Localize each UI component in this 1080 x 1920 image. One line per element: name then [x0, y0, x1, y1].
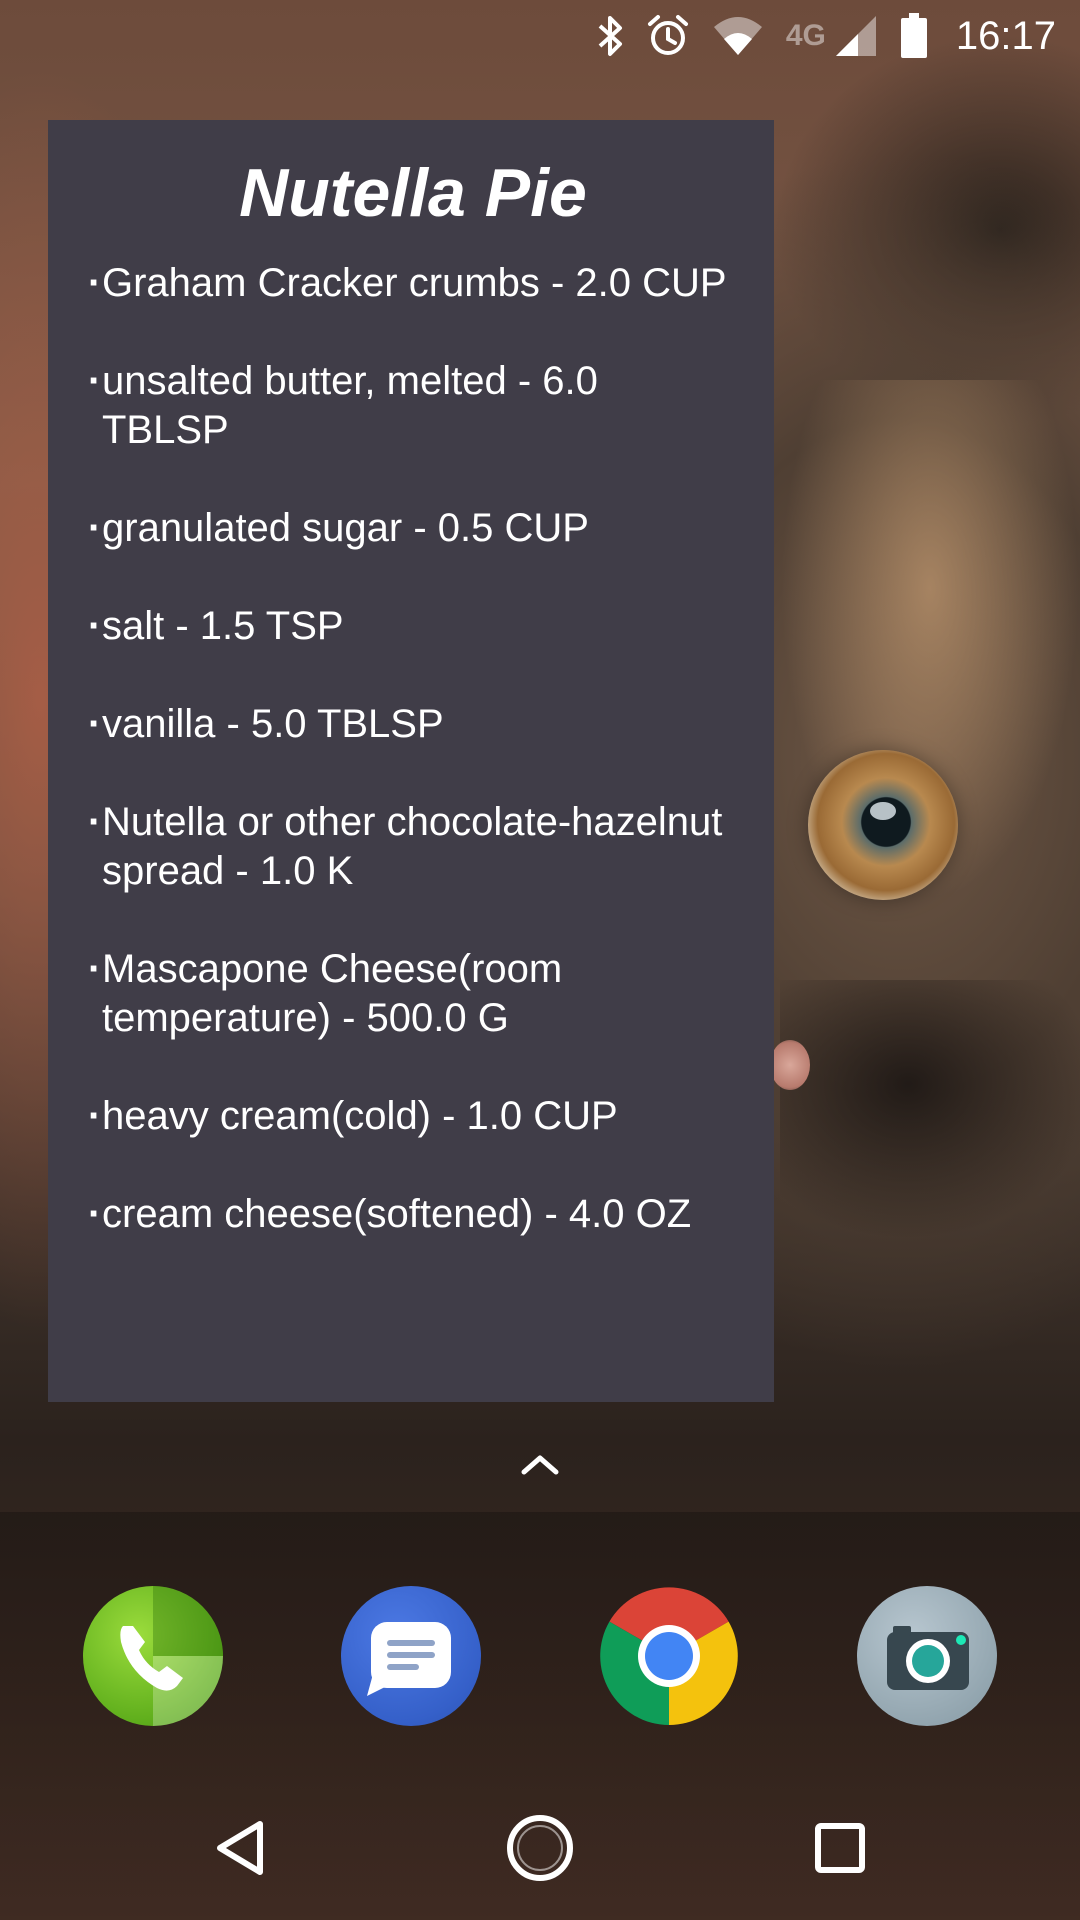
wallpaper-fur-dark [780, 980, 1080, 1240]
ingredient-item: granulated sugar - 0.5 CUP [88, 504, 734, 553]
ingredient-item: Graham Cracker crumbs - 2.0 CUP [88, 259, 734, 308]
back-button[interactable] [206, 1812, 278, 1884]
status-clock: 16:17 [955, 13, 1056, 58]
ingredient-item: Nutella or other chocolate-hazelnut spre… [88, 798, 734, 896]
status-bar: 4G 16:17 [0, 0, 1080, 72]
back-icon [217, 1821, 263, 1875]
wallpaper-cat-eye [808, 750, 958, 900]
phone-app-button[interactable] [83, 1586, 223, 1726]
ingredient-item: salt - 1.5 TSP [88, 602, 734, 651]
chrome-app-button[interactable] [599, 1586, 739, 1726]
bluetooth-icon [596, 14, 624, 58]
messages-icon [367, 1622, 451, 1696]
ingredient-item: unsalted butter, melted - 6.0 TBLSP [88, 357, 734, 455]
network-type-label: 4G [785, 19, 826, 52]
wifi-icon [712, 15, 764, 57]
recipe-title: Nutella Pie [239, 155, 587, 231]
home-button[interactable] [504, 1812, 576, 1884]
ingredient-item: cream cheese(softened) - 4.0 OZ [88, 1190, 734, 1239]
wallpaper-cat-nose [770, 1040, 810, 1090]
battery-icon [900, 13, 928, 59]
chrome-icon [600, 1587, 738, 1725]
alarm-icon [646, 14, 690, 58]
chevron-up-icon [521, 1455, 559, 1475]
recipe-widget[interactable]: Nutella Pie Graham Cracker crumbs - 2.0 … [48, 120, 774, 1402]
camera-app-button[interactable] [857, 1586, 997, 1726]
recents-button[interactable] [804, 1812, 876, 1884]
ingredient-list: Graham Cracker crumbs - 2.0 CUP unsalted… [88, 259, 734, 1239]
ingredient-item: Mascapone Cheese(room temperature) - 500… [88, 945, 734, 1043]
phone-icon [120, 1586, 223, 1726]
ingredient-item: heavy cream(cold) - 1.0 CUP [88, 1092, 734, 1141]
app-drawer-handle[interactable] [516, 1448, 564, 1480]
home-icon [507, 1815, 573, 1881]
messages-app-button[interactable] [341, 1586, 481, 1726]
cell-signal-icon [834, 14, 878, 58]
camera-icon [887, 1626, 969, 1690]
recents-icon [815, 1823, 865, 1873]
ingredient-item: vanilla - 5.0 TBLSP [88, 700, 734, 749]
